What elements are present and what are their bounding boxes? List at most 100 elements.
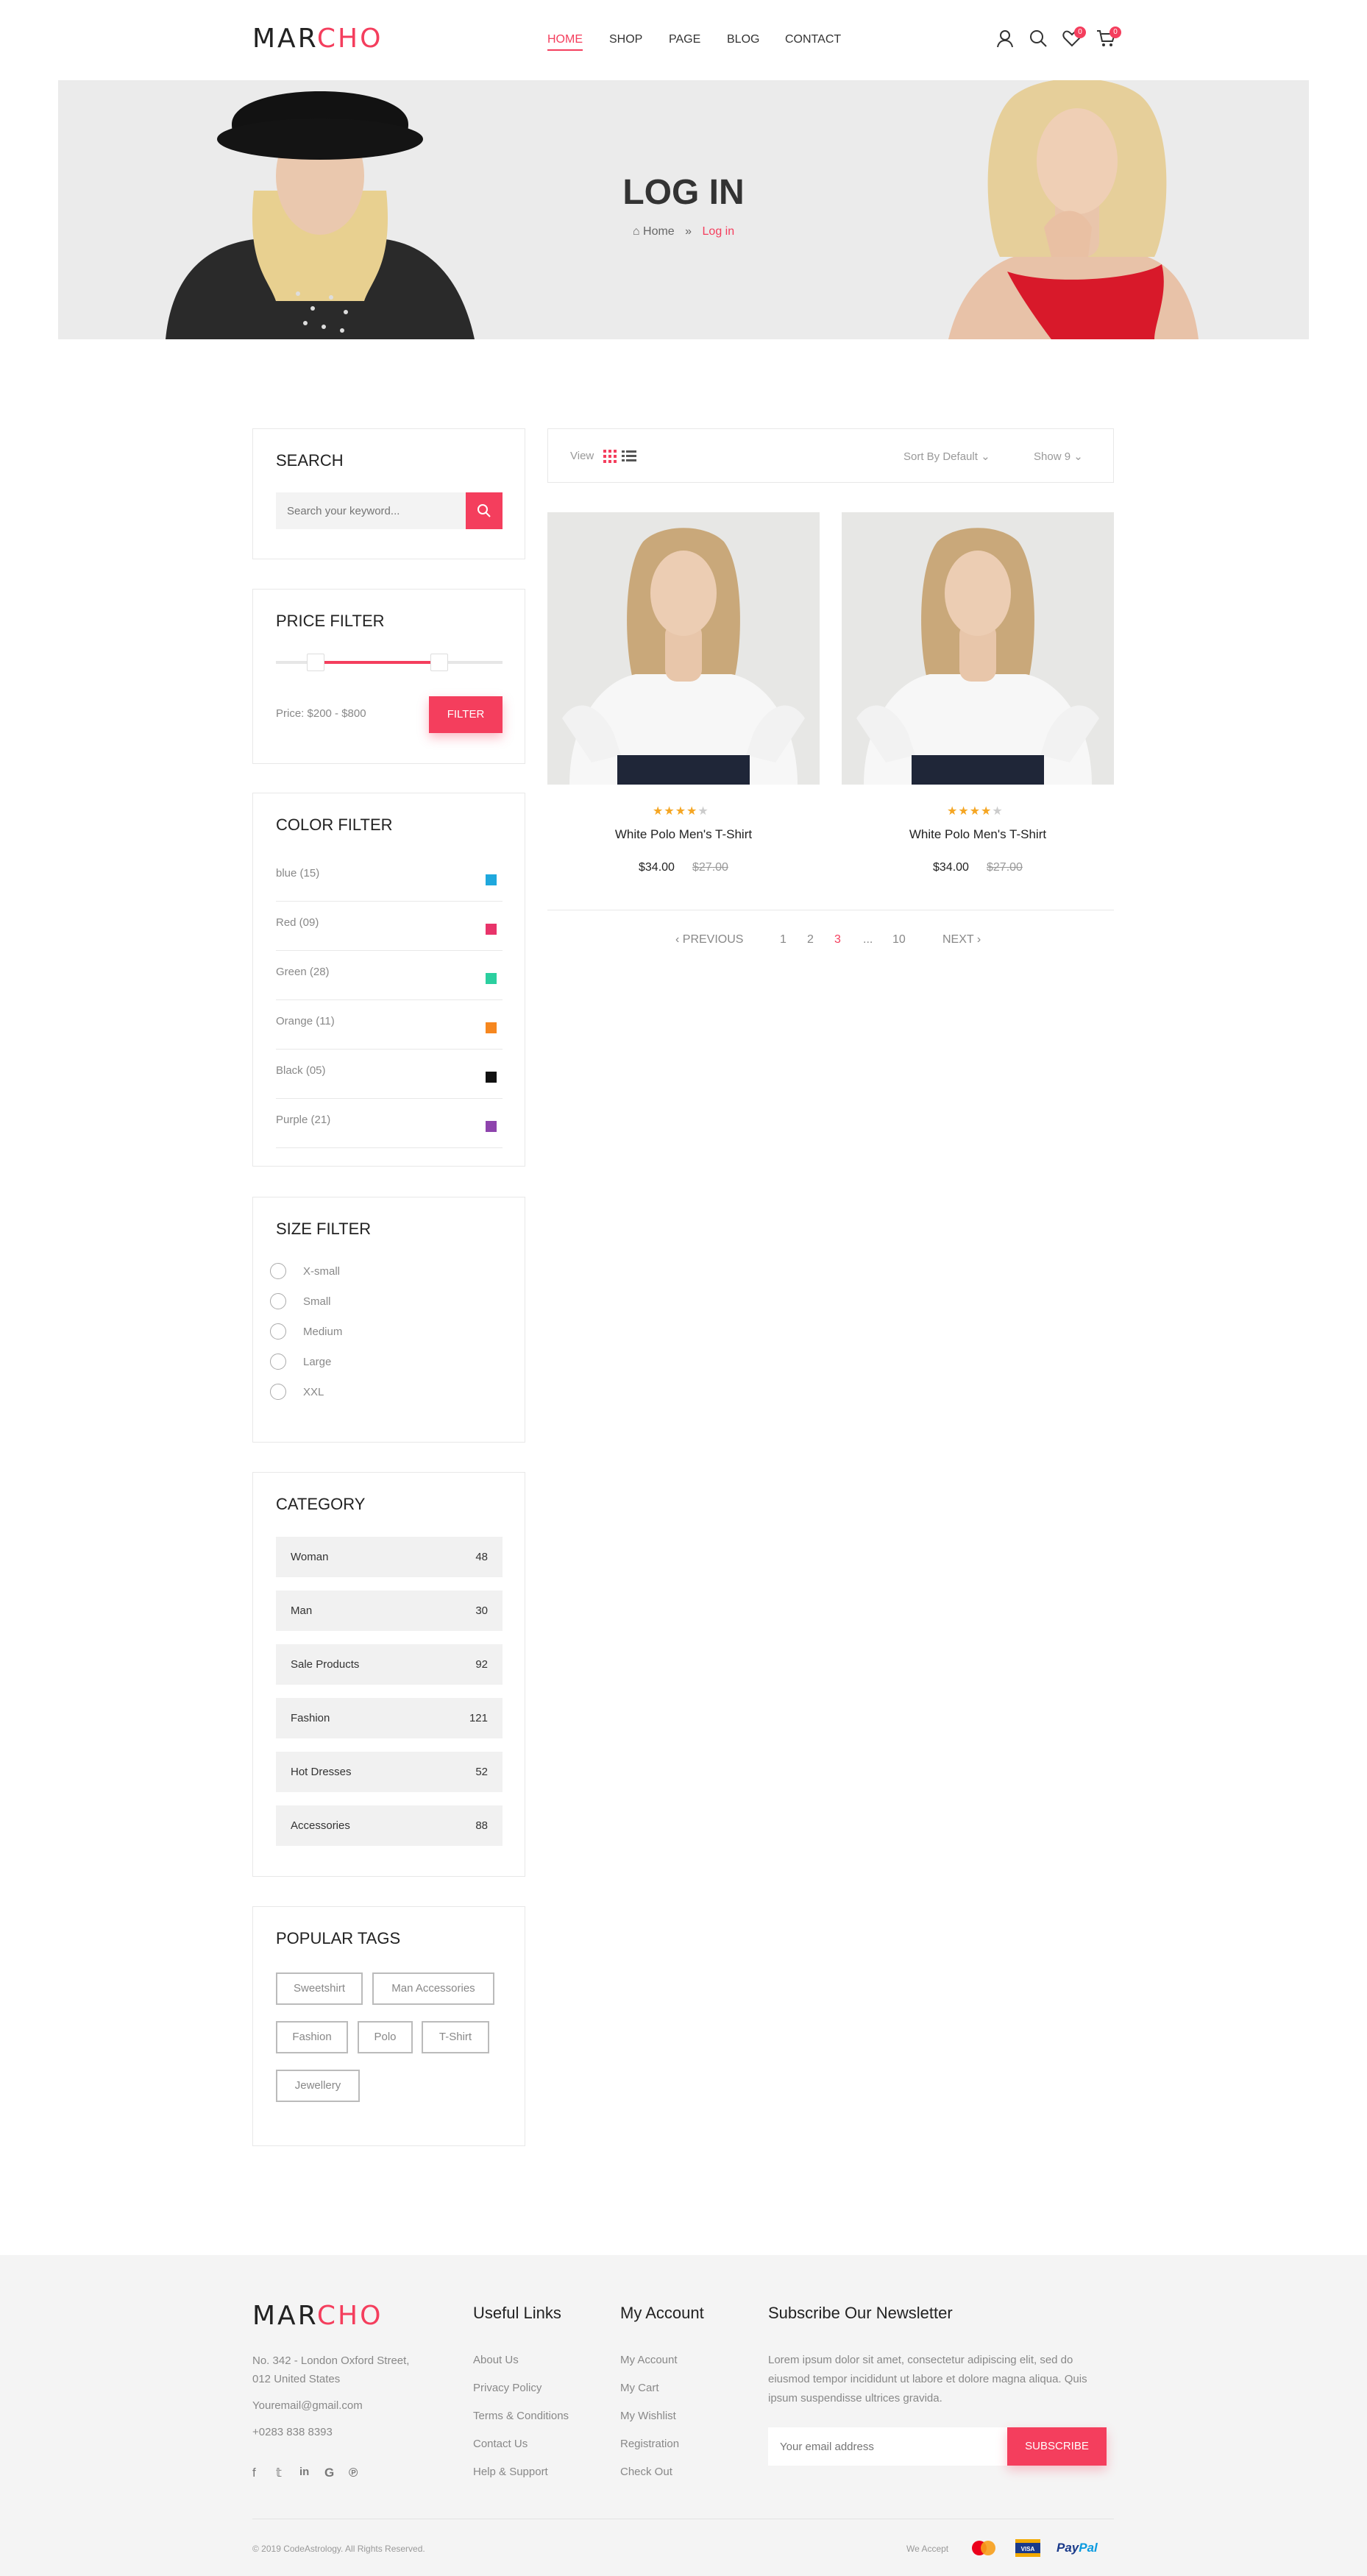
footer-link[interactable]: Contact Us <box>473 2438 528 2450</box>
radio-button[interactable] <box>270 1384 286 1400</box>
visa-icon: VISA <box>1015 2539 1040 2561</box>
footer-link[interactable]: My Cart <box>620 2382 659 2394</box>
newsletter-email-input[interactable] <box>768 2427 1007 2466</box>
category-count: 30 <box>475 1604 488 1617</box>
pagination-next[interactable]: NEXT › <box>942 933 981 946</box>
nav-home[interactable]: HOME <box>547 33 583 51</box>
price-filter-widget: PRICE FILTER Price: $200 - $800 FILTER <box>252 589 525 764</box>
search-input[interactable] <box>276 492 466 529</box>
footer-link[interactable]: Terms & Conditions <box>473 2410 569 2422</box>
footer-link[interactable]: About Us <box>473 2354 519 2366</box>
price-slider-min-handle[interactable] <box>307 654 324 671</box>
pagination-page[interactable]: 2 <box>807 933 814 946</box>
color-option[interactable]: Black (05) <box>276 1050 503 1099</box>
show-dropdown[interactable]: Show 9 ⌄ <box>1034 450 1083 463</box>
footer-link[interactable]: My Account <box>620 2354 678 2366</box>
chevron-down-icon: ⌄ <box>981 450 990 463</box>
color-option-label: Purple (21) <box>276 1114 331 1126</box>
tag-item[interactable]: Polo <box>358 2021 413 2053</box>
tag-item[interactable]: Jewellery <box>276 2070 360 2102</box>
product-old-price: $27.00 <box>692 861 728 874</box>
category-item[interactable]: Fashion 121 <box>276 1698 503 1738</box>
twitter-icon[interactable]: 𝕥 <box>276 2466 282 2480</box>
google-icon[interactable]: G <box>324 2466 334 2480</box>
price-slider-max-handle[interactable] <box>430 654 448 671</box>
color-swatch <box>486 1072 497 1083</box>
color-option[interactable]: Green (28) <box>276 951 503 1000</box>
nav-shop[interactable]: SHOP <box>609 33 642 46</box>
footer-link[interactable]: Registration <box>620 2438 679 2450</box>
tag-item[interactable]: Sweetshirt <box>276 1972 363 2005</box>
color-option[interactable]: Orange (11) <box>276 1000 503 1050</box>
product-rating: ★★★★★ <box>947 805 1004 818</box>
site-logo[interactable]: MARCHO <box>252 24 383 54</box>
footer-link[interactable]: My Wishlist <box>620 2410 676 2422</box>
radio-button[interactable] <box>270 1263 286 1279</box>
category-item[interactable]: Sale Products 92 <box>276 1644 503 1685</box>
category-count: 52 <box>475 1766 488 1778</box>
tag-item[interactable]: Fashion <box>276 2021 348 2053</box>
product-image[interactable] <box>547 512 820 785</box>
radio-button[interactable] <box>270 1293 286 1309</box>
search-widget: SEARCH <box>252 428 525 559</box>
facebook-icon[interactable]: f <box>252 2466 256 2480</box>
footer-link[interactable]: Help & Support <box>473 2466 548 2478</box>
category-item[interactable]: Man 30 <box>276 1590 503 1631</box>
category-item[interactable]: Accessories 88 <box>276 1805 503 1846</box>
newsletter-title: Subscribe Our Newsletter <box>768 2304 953 2322</box>
linkedin-icon[interactable]: in <box>299 2466 309 2478</box>
search-button[interactable] <box>466 492 503 529</box>
size-filter-title: SIZE FILTER <box>276 1220 372 1238</box>
footer-link[interactable]: Check Out <box>620 2466 672 2478</box>
footer-link[interactable]: Privacy Policy <box>473 2382 542 2394</box>
category-name: Woman <box>291 1551 329 1563</box>
price-range-label: Price: $200 - $800 <box>276 707 366 720</box>
tag-item[interactable]: Man Accessories <box>372 1972 494 2005</box>
footer-logo[interactable]: MARCHO <box>252 2301 383 2331</box>
nav-blog[interactable]: BLOG <box>727 33 759 46</box>
category-name: Sale Products <box>291 1658 360 1671</box>
color-option[interactable]: Purple (21) <box>276 1099 503 1148</box>
pagination-page-current[interactable]: 3 <box>834 933 841 946</box>
chevron-right-icon: › <box>973 933 981 946</box>
pagination-page[interactable]: 10 <box>892 933 906 946</box>
user-icon[interactable] <box>995 28 1015 49</box>
subscribe-button[interactable]: SUBSCRIBE <box>1007 2427 1107 2466</box>
color-option-label: blue (15) <box>276 867 320 880</box>
list-view-icon[interactable] <box>622 450 636 467</box>
color-swatch <box>486 1121 497 1132</box>
breadcrumb-home[interactable]: Home <box>643 225 675 238</box>
sort-dropdown[interactable]: Sort By Default ⌄ <box>903 450 990 463</box>
cart-count-badge: 0 <box>1109 26 1121 38</box>
search-icon[interactable] <box>1028 28 1048 49</box>
paypal-logo: PayPal <box>1057 2541 1098 2555</box>
pagination-next-label: NEXT <box>942 933 974 946</box>
footer-address-line2: 012 United States <box>252 2373 341 2385</box>
search-icon <box>477 504 491 517</box>
color-option[interactable]: Red (09) <box>276 902 503 951</box>
price-filter-button[interactable]: FILTER <box>429 696 503 733</box>
nav-contact[interactable]: CONTACT <box>785 33 841 46</box>
category-item[interactable]: Hot Dresses 52 <box>276 1752 503 1792</box>
nav-page[interactable]: PAGE <box>669 33 700 46</box>
wishlist-count-badge: 0 <box>1074 26 1086 38</box>
category-item[interactable]: Woman 48 <box>276 1537 503 1577</box>
category-name: Fashion <box>291 1712 330 1724</box>
color-swatch <box>486 1022 497 1033</box>
product-name[interactable]: White Polo Men's T-Shirt <box>842 827 1114 842</box>
product-name[interactable]: White Polo Men's T-Shirt <box>547 827 820 842</box>
grid-view-icon[interactable] <box>603 450 617 467</box>
chevron-down-icon: ⌄ <box>1073 450 1083 463</box>
footer-email[interactable]: Youremail@gmail.com <box>252 2399 363 2412</box>
color-option-label: Black (05) <box>276 1064 326 1077</box>
radio-button[interactable] <box>270 1354 286 1370</box>
chevron-left-icon: ‹ <box>675 933 683 946</box>
tag-item[interactable]: T-Shirt <box>422 2021 489 2053</box>
product-image[interactable] <box>842 512 1114 785</box>
radio-button[interactable] <box>270 1323 286 1340</box>
pinterest-icon[interactable]: ℗ <box>349 2466 358 2480</box>
pagination-page[interactable]: 1 <box>780 933 787 946</box>
color-option-label: Red (09) <box>276 916 319 929</box>
pagination-previous[interactable]: ‹ PREVIOUS <box>675 933 743 946</box>
color-option[interactable]: blue (15) <box>276 852 503 902</box>
